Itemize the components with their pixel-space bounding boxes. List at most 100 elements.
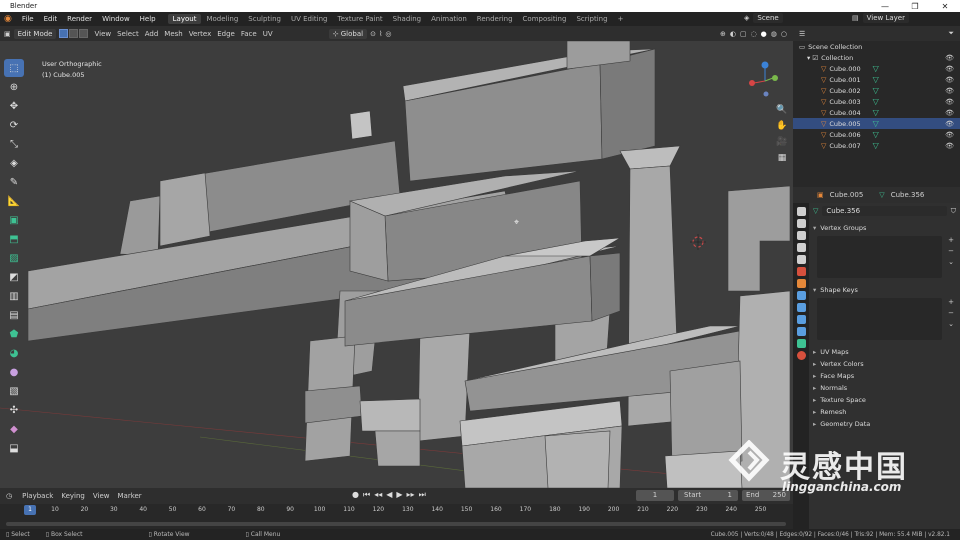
visibility-eye-icon[interactable]: 👁 <box>945 142 954 150</box>
shading-material-icon[interactable]: ◍ <box>771 30 777 38</box>
add-cube-tool-icon[interactable]: ▣ <box>4 211 24 229</box>
add-workspace-button[interactable]: + <box>613 14 629 24</box>
mode-dropdown[interactable]: Edit Mode <box>13 28 57 39</box>
outliner-item[interactable]: ▽ Cube.004 ▽ 👁 <box>793 107 960 118</box>
tmenu-playback[interactable]: Playback <box>18 492 57 500</box>
shrink-fatten-tool-icon[interactable]: ✣ <box>4 401 24 419</box>
outliner-item[interactable]: ▽ Cube.007 ▽ 👁 <box>793 140 960 151</box>
orientation-dropdown[interactable]: ⊹ Global <box>328 28 368 39</box>
play-icon[interactable]: ▶ <box>396 490 402 500</box>
pivot-icon[interactable]: ⊙ <box>370 30 376 38</box>
panel-texture-space[interactable]: Texture Space <box>813 394 956 406</box>
outliner-item[interactable]: ▽ Cube.001 ▽ 👁 <box>793 74 960 85</box>
timeline-editor-icon[interactable]: ◷ <box>6 492 12 500</box>
blender-logo-icon[interactable]: ◉ <box>4 14 12 24</box>
panel-vertex-groups[interactable]: Vertex Groups <box>813 222 956 234</box>
panel-shape-keys[interactable]: Shape Keys <box>813 284 956 296</box>
vmenu-uv[interactable]: UV <box>260 30 276 38</box>
visibility-eye-icon[interactable]: 👁 <box>945 120 954 128</box>
visibility-eye-icon[interactable]: 👁 <box>945 98 954 106</box>
material-tab-icon[interactable] <box>796 351 806 360</box>
editor-type-icon[interactable]: ▣ <box>4 30 11 38</box>
tab-layout[interactable]: Layout <box>167 14 202 24</box>
add-vertex-group-icon[interactable]: + <box>948 236 954 244</box>
tmenu-marker[interactable]: Marker <box>113 492 145 500</box>
scene-name[interactable]: Scene <box>753 13 783 23</box>
inset-tool-icon[interactable]: ▨ <box>4 249 24 267</box>
tab-uv-editing[interactable]: UV Editing <box>286 14 333 24</box>
edge-select-icon[interactable] <box>69 29 79 38</box>
shading-solid-icon[interactable]: ● <box>761 30 767 38</box>
outliner-item[interactable]: ▽ Cube.006 ▽ 👁 <box>793 129 960 140</box>
cursor-tool-icon[interactable]: ⊕ <box>4 78 24 96</box>
modifier-tab-icon[interactable] <box>796 291 806 300</box>
measure-tool-icon[interactable]: 📐 <box>4 192 24 210</box>
vertex-groups-list[interactable]: + − ⌄ <box>817 236 954 278</box>
vmenu-add[interactable]: Add <box>142 30 162 38</box>
visibility-eye-icon[interactable]: 👁 <box>945 65 954 73</box>
start-frame-field[interactable]: Start 1 <box>678 490 738 501</box>
fake-user-icon[interactable]: ⛉ <box>951 207 956 216</box>
shape-key-menu-icon[interactable]: ⌄ <box>948 320 954 328</box>
menu-help[interactable]: Help <box>136 15 160 23</box>
jump-start-icon[interactable]: ⏮ <box>363 490 370 500</box>
rip-tool-icon[interactable]: ⬓ <box>4 439 24 457</box>
playhead[interactable]: 1 <box>24 505 36 515</box>
move-tool-icon[interactable]: ✥ <box>4 97 24 115</box>
render-tab-icon[interactable] <box>796 219 806 228</box>
panel-normals[interactable]: Normals <box>813 382 956 394</box>
world-tab-icon[interactable] <box>796 267 806 276</box>
output-tab-icon[interactable] <box>796 231 806 240</box>
mesh-browse-icon[interactable]: ▽ <box>813 207 818 215</box>
scale-tool-icon[interactable]: ⤡ <box>4 135 24 153</box>
panel-uv-maps[interactable]: UV Maps <box>813 346 956 358</box>
scene-selector[interactable]: ◈ Scene <box>744 13 783 23</box>
face-select-icon[interactable] <box>79 29 89 38</box>
tab-sculpting[interactable]: Sculpting <box>243 14 286 24</box>
visibility-eye-icon[interactable]: 👁 <box>945 54 954 62</box>
vmenu-select[interactable]: Select <box>114 30 142 38</box>
vmenu-vertex[interactable]: Vertex <box>186 30 215 38</box>
smooth-tool-icon[interactable]: ● <box>4 363 24 381</box>
play-reverse-icon[interactable]: ◀ <box>386 490 392 500</box>
loop-cut-tool-icon[interactable]: ▥ <box>4 287 24 305</box>
tab-texture-paint[interactable]: Texture Paint <box>333 14 388 24</box>
shear-tool-icon[interactable]: ◆ <box>4 420 24 438</box>
visibility-eye-icon[interactable]: 👁 <box>945 76 954 84</box>
next-keyframe-icon[interactable]: ▸▸ <box>407 490 415 500</box>
view-layer-name[interactable]: View Layer <box>862 13 909 23</box>
visibility-eye-icon[interactable]: 👁 <box>945 109 954 117</box>
menu-file[interactable]: File <box>18 15 38 23</box>
mesh-data-icon[interactable]: ▽ <box>873 119 879 128</box>
panel-remesh[interactable]: Remesh <box>813 406 956 418</box>
jump-end-icon[interactable]: ⏭ <box>419 490 426 500</box>
visibility-eye-icon[interactable]: 👁 <box>945 131 954 139</box>
prev-keyframe-icon[interactable]: ◂◂ <box>374 490 382 500</box>
tool-tab-icon[interactable] <box>796 207 806 216</box>
maximize-button[interactable]: ❐ <box>900 2 930 11</box>
mesh-data-icon[interactable]: ▽ <box>873 97 879 106</box>
outliner-item[interactable]: ▽ Cube.002 ▽ 👁 <box>793 85 960 96</box>
mesh-data-icon[interactable]: ▽ <box>873 64 879 73</box>
mesh-data-icon[interactable]: ▽ <box>873 141 879 150</box>
tab-scripting[interactable]: Scripting <box>571 14 612 24</box>
visibility-eye-icon[interactable]: 👁 <box>945 87 954 95</box>
minimize-button[interactable]: — <box>870 2 900 11</box>
camera-view-icon[interactable]: 🎥 <box>776 137 787 147</box>
outliner-item-selected[interactable]: ▽ Cube.005 ▽ 👁 <box>793 118 960 129</box>
remove-vertex-group-icon[interactable]: − <box>948 247 954 255</box>
record-icon[interactable]: ● <box>352 490 359 500</box>
mesh-name-field[interactable]: Cube.356 <box>822 206 947 216</box>
physics-tab-icon[interactable] <box>796 315 806 324</box>
tab-rendering[interactable]: Rendering <box>472 14 518 24</box>
mesh-data-icon[interactable]: ▽ <box>873 86 879 95</box>
zoom-icon[interactable]: 🔍 <box>776 105 787 115</box>
edge-slide-tool-icon[interactable]: ▧ <box>4 382 24 400</box>
gizmo-toggle-icon[interactable]: ⊕ <box>720 30 726 38</box>
rotate-tool-icon[interactable]: ⟳ <box>4 116 24 134</box>
shading-wireframe-icon[interactable]: ◌ <box>751 30 757 38</box>
spin-tool-icon[interactable]: ◕ <box>4 344 24 362</box>
grid-toggle-icon[interactable]: ▦ <box>778 153 787 163</box>
scene-tab-icon[interactable] <box>796 255 806 264</box>
expand-toggle-icon[interactable]: ▾ <box>807 54 810 62</box>
